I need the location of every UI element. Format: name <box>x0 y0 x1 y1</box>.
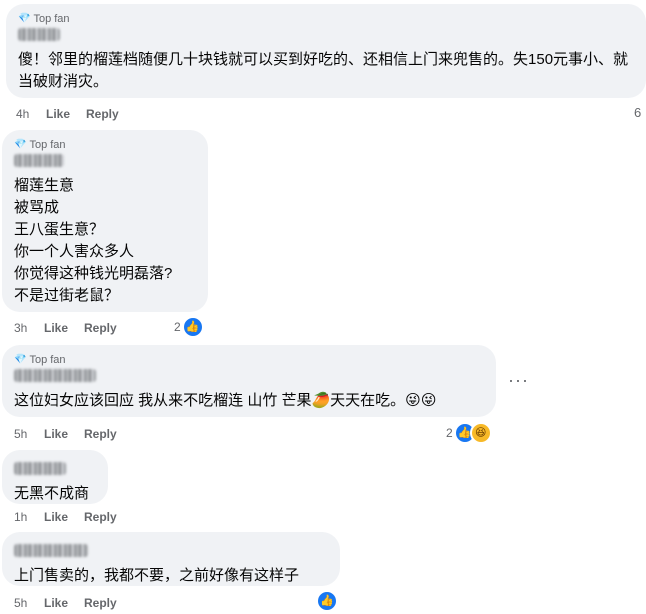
comment-time[interactable]: 1h <box>14 510 44 524</box>
comment-actions: 5h Like Reply <box>14 427 133 441</box>
comment-author[interactable] <box>14 369 96 382</box>
reaction-count: 2 <box>174 320 181 334</box>
comment-actions: 1h Like Reply <box>14 510 133 524</box>
comment-actions: 5h Like Reply <box>14 596 133 610</box>
thumbs-up-icon: 👍 <box>181 316 204 338</box>
comment-author[interactable] <box>18 28 60 41</box>
top-fan-badge: 💎 Top fan <box>18 12 634 26</box>
more-options-icon[interactable]: ··· <box>508 370 529 391</box>
reaction-count: 2 <box>446 426 453 440</box>
badge-label: Top fan <box>29 139 66 151</box>
comment-bubble: 💎 Top fan 这位妇女应该回应 我从来不吃榴连 山竹 芒果🥭天天在吃。😜😜 <box>2 345 496 417</box>
gem-icon: 💎 <box>14 139 27 150</box>
comment-author[interactable] <box>14 154 64 167</box>
top-fan-badge: 💎 Top fan <box>14 138 196 152</box>
comment-bubble: 上门售卖的，我都不要，之前好像有这样子 <box>2 532 340 586</box>
comment-text: 榴莲生意 被骂成 王八蛋生意？ 你一个人害众多人 你觉得这种钱光明磊落? 不是过… <box>14 177 173 304</box>
comment-bubble: 💎 Top fan 榴莲生意 被骂成 王八蛋生意？ 你一个人害众多人 你觉得这种… <box>2 130 208 312</box>
badge-label: Top fan <box>33 13 70 25</box>
reply-button[interactable]: Reply <box>84 427 117 441</box>
comment-time[interactable]: 4h <box>16 107 46 121</box>
gem-icon: 💎 <box>18 13 31 24</box>
comment-time[interactable]: 3h <box>14 321 44 335</box>
thumbs-up-icon: 👍 <box>316 590 338 612</box>
reply-button[interactable]: Reply <box>86 107 119 121</box>
comment-text: 这位妇女应该回应 我从来不吃榴连 山竹 芒果🥭天天在吃。😜😜 <box>14 392 437 409</box>
comment-time[interactable]: 5h <box>14 427 44 441</box>
like-button[interactable]: Like <box>44 427 68 441</box>
reaction-summary[interactable]: 2 👍 <box>174 316 204 338</box>
like-button[interactable]: Like <box>44 510 68 524</box>
comment-actions: 3h Like Reply <box>14 321 133 335</box>
comment-author[interactable] <box>14 544 88 557</box>
comment-author[interactable] <box>14 462 66 475</box>
badge-label: Top fan <box>29 354 66 366</box>
reaction-count-partial: 6 <box>634 105 642 120</box>
comment-text: 上门售卖的，我都不要，之前好像有这样子 <box>14 567 300 584</box>
gem-icon: 💎 <box>14 354 27 365</box>
comment-text: 傻！邻里的榴莲档随便几十块钱就可以买到好吃的、还相信上门来兜售的。失150元事小… <box>18 51 629 90</box>
like-button[interactable]: Like <box>44 596 68 610</box>
reply-button[interactable]: Reply <box>84 321 117 335</box>
comment-time[interactable]: 5h <box>14 596 44 610</box>
top-fan-badge: 💎 Top fan <box>14 353 484 367</box>
laughing-face-icon: 😆 <box>469 422 492 444</box>
comment-bubble: 无黑不成商 <box>2 450 108 504</box>
like-button[interactable]: Like <box>46 107 70 121</box>
reaction-summary[interactable]: 2 👍 😆 <box>446 422 492 444</box>
reply-button[interactable]: Reply <box>84 596 117 610</box>
reaction-summary[interactable]: 👍 <box>316 590 338 612</box>
comment-bubble: 💎 Top fan 傻！邻里的榴莲档随便几十块钱就可以买到好吃的、还相信上门来兜… <box>6 4 646 98</box>
comment-text: 无黑不成商 <box>14 485 90 502</box>
comment-actions: 4h Like Reply <box>16 107 135 121</box>
reply-button[interactable]: Reply <box>84 510 117 524</box>
like-button[interactable]: Like <box>44 321 68 335</box>
